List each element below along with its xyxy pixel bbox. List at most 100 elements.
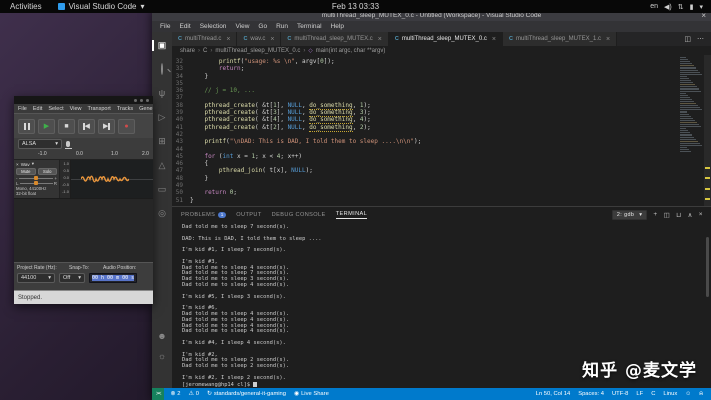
editor-tab[interactable]: CmultiThread_sleep_MUTEX_1.c× bbox=[503, 32, 617, 46]
status-item-eol[interactable]: LF bbox=[636, 391, 643, 397]
audacity-menu-view[interactable]: View bbox=[70, 106, 82, 112]
waveform-display[interactable] bbox=[71, 160, 153, 198]
breadcrumb-item[interactable]: main(int argc, char **argv) bbox=[316, 48, 386, 54]
status-item-feedback[interactable]: ☺ bbox=[685, 391, 691, 397]
status-item-notifications[interactable]: ⍾ bbox=[699, 391, 703, 398]
play-button[interactable]: ▶ bbox=[38, 119, 55, 134]
editor-tab[interactable]: CmultiThread_sleep_MUTEX.c× bbox=[281, 32, 388, 46]
close-tab-icon[interactable]: × bbox=[492, 36, 496, 43]
breadcrumb-item[interactable]: C bbox=[203, 48, 207, 54]
activities-button[interactable]: Activities bbox=[10, 2, 42, 11]
audio-position-field[interactable]: 00 h 00 m 00 s bbox=[89, 273, 137, 283]
breadcrumb-separator-icon: › bbox=[198, 48, 200, 54]
audacity-menu-transport[interactable]: Transport bbox=[87, 106, 110, 112]
editor-tab[interactable]: Cwav.c× bbox=[237, 32, 281, 46]
close-tab-icon[interactable]: × bbox=[270, 36, 274, 43]
line-number: 42 bbox=[172, 131, 190, 138]
stop-button[interactable]: ■ bbox=[58, 119, 75, 134]
split-editor-icon[interactable]: ◫ bbox=[684, 35, 691, 43]
pan-slider[interactable]: LR bbox=[16, 181, 57, 186]
tab-label: multiThread_sleep_MUTEX_1.c bbox=[516, 36, 601, 42]
menu-item-selection[interactable]: Selection bbox=[200, 23, 227, 30]
tasks-icon[interactable]: ◎ bbox=[157, 208, 168, 219]
record-button[interactable]: ● bbox=[118, 119, 135, 134]
menu-item-file[interactable]: File bbox=[160, 23, 170, 30]
maximize-panel-icon[interactable]: ∧ bbox=[688, 211, 693, 219]
audacity-menu-select[interactable]: Select bbox=[48, 106, 63, 112]
new-terminal-icon[interactable]: + bbox=[653, 211, 657, 218]
status-item-cursor-position[interactable]: Ln 50, Col 14 bbox=[536, 391, 570, 397]
explorer-icon[interactable]: ▣ bbox=[157, 40, 168, 51]
status-item-cpp-configuration[interactable]: Linux bbox=[663, 391, 677, 397]
split-terminal-icon[interactable]: ◫ bbox=[664, 211, 671, 219]
audacity-menu-generate[interactable]: Generate bbox=[139, 106, 153, 112]
close-tab-icon[interactable]: × bbox=[378, 36, 382, 43]
track-name[interactable]: Wav bbox=[21, 162, 30, 167]
status-item-errors-count[interactable]: ⊗2 bbox=[170, 391, 180, 397]
code-editor[interactable]: 32 printf("usage: %s \n", argv[0]);33 re… bbox=[172, 55, 711, 206]
panel-tab-terminal[interactable]: TERMINAL bbox=[336, 211, 367, 219]
mute-button[interactable]: Mute bbox=[16, 168, 36, 175]
panel-tab-problems[interactable]: PROBLEMS1 bbox=[181, 211, 226, 219]
code-text: printf("usage: %s \n", argv[0]); bbox=[190, 58, 335, 65]
search-icon[interactable] bbox=[157, 64, 168, 75]
extensions-icon[interactable]: ⊞ bbox=[157, 136, 168, 147]
remote-explorer-icon[interactable]: ▭ bbox=[157, 184, 168, 195]
track-control-panel[interactable]: × Wav ▾ Mute Solo -+ LR Mono, 44100Hz 32… bbox=[14, 160, 60, 198]
skip-to-end-button[interactable]: ▶ bbox=[98, 119, 115, 134]
menu-item-view[interactable]: View bbox=[235, 23, 249, 30]
project-rate-select[interactable]: 44100▾ bbox=[17, 273, 55, 283]
close-track-icon[interactable]: × bbox=[16, 162, 19, 167]
status-item-sync-status[interactable]: ↻standards/general-it-gaming bbox=[207, 391, 286, 397]
editor-tab[interactable]: CmultiThread_sleep_MUTEX_0.c× bbox=[389, 32, 503, 46]
solo-button[interactable]: Solo bbox=[38, 168, 58, 175]
track-area-empty[interactable] bbox=[14, 198, 153, 262]
remote-indicator[interactable]: >< bbox=[152, 388, 164, 400]
audacity-titlebar[interactable] bbox=[14, 96, 153, 104]
app-menu-label: Visual Studio Code bbox=[69, 2, 137, 11]
status-item-live-share-status[interactable]: ◉Live Share bbox=[294, 391, 329, 397]
code-line: 50 return 0; bbox=[172, 189, 711, 196]
terminal-shell-select[interactable]: 2: gdb▾ bbox=[612, 210, 648, 220]
menu-item-run[interactable]: Run bbox=[276, 23, 288, 30]
panel-tab-debug-console[interactable]: DEBUG CONSOLE bbox=[272, 211, 326, 219]
timeline-ruler[interactable]: -1.00.01.02.0 bbox=[14, 150, 153, 160]
app-menu[interactable]: Visual Studio Code ▾ bbox=[58, 2, 145, 11]
audacity-menu-edit[interactable]: Edit bbox=[33, 106, 42, 112]
audacity-menu-file[interactable]: File bbox=[18, 106, 27, 112]
pause-button[interactable] bbox=[18, 119, 35, 134]
close-panel-icon[interactable]: × bbox=[699, 211, 703, 218]
menu-item-edit[interactable]: Edit bbox=[179, 23, 190, 30]
close-tab-icon[interactable]: × bbox=[226, 36, 230, 43]
source-control-icon[interactable]: ψ bbox=[157, 88, 168, 99]
kill-terminal-icon[interactable]: ⊔ bbox=[676, 211, 681, 219]
status-item-language-mode[interactable]: C bbox=[651, 391, 655, 397]
settings-gear-icon[interactable]: ☼ bbox=[157, 351, 168, 362]
breadcrumb[interactable]: share›C›multiThread_sleep_MUTEX_0.c›◇mai… bbox=[172, 46, 711, 55]
menu-item-terminal[interactable]: Terminal bbox=[297, 23, 322, 30]
close-tab-icon[interactable]: × bbox=[606, 36, 610, 43]
status-item-warnings-count[interactable]: ⚠0 bbox=[189, 391, 199, 397]
menu-item-go[interactable]: Go bbox=[258, 23, 267, 30]
more-actions-icon[interactable]: ⋯ bbox=[697, 35, 704, 43]
skip-to-start-button[interactable]: ◀ bbox=[78, 119, 95, 134]
account-icon[interactable]: ☻ bbox=[157, 331, 168, 342]
audio-host-select[interactable]: ALSA▾ bbox=[18, 139, 62, 149]
live-share-icon[interactable] bbox=[157, 371, 168, 382]
breadcrumb-item[interactable]: share bbox=[180, 48, 195, 54]
editor-tab[interactable]: CmultiThread.c× bbox=[172, 32, 237, 46]
terminal-scrollbar[interactable] bbox=[706, 237, 709, 297]
menu-item-help[interactable]: Help bbox=[331, 23, 344, 30]
breadcrumb-item[interactable]: multiThread_sleep_MUTEX_0.c bbox=[215, 48, 300, 54]
status-item-indentation[interactable]: Spaces: 4 bbox=[578, 391, 604, 397]
editor-scrollbar[interactable] bbox=[704, 55, 711, 206]
clock[interactable]: Feb 13 03:33 bbox=[332, 2, 379, 11]
audacity-menu-tracks[interactable]: Tracks bbox=[117, 106, 133, 112]
panel-tab-output[interactable]: OUTPUT bbox=[236, 211, 261, 219]
status-item-encoding[interactable]: UTF-8 bbox=[612, 391, 628, 397]
minimap[interactable] bbox=[680, 57, 704, 203]
testing-icon[interactable]: △ bbox=[157, 160, 168, 171]
snap-to-select[interactable]: Off▾ bbox=[59, 273, 85, 283]
run-debug-icon[interactable]: ▷ bbox=[157, 112, 168, 123]
system-tray[interactable]: en ◀) ⇅ ▮ ▾ bbox=[650, 3, 703, 11]
